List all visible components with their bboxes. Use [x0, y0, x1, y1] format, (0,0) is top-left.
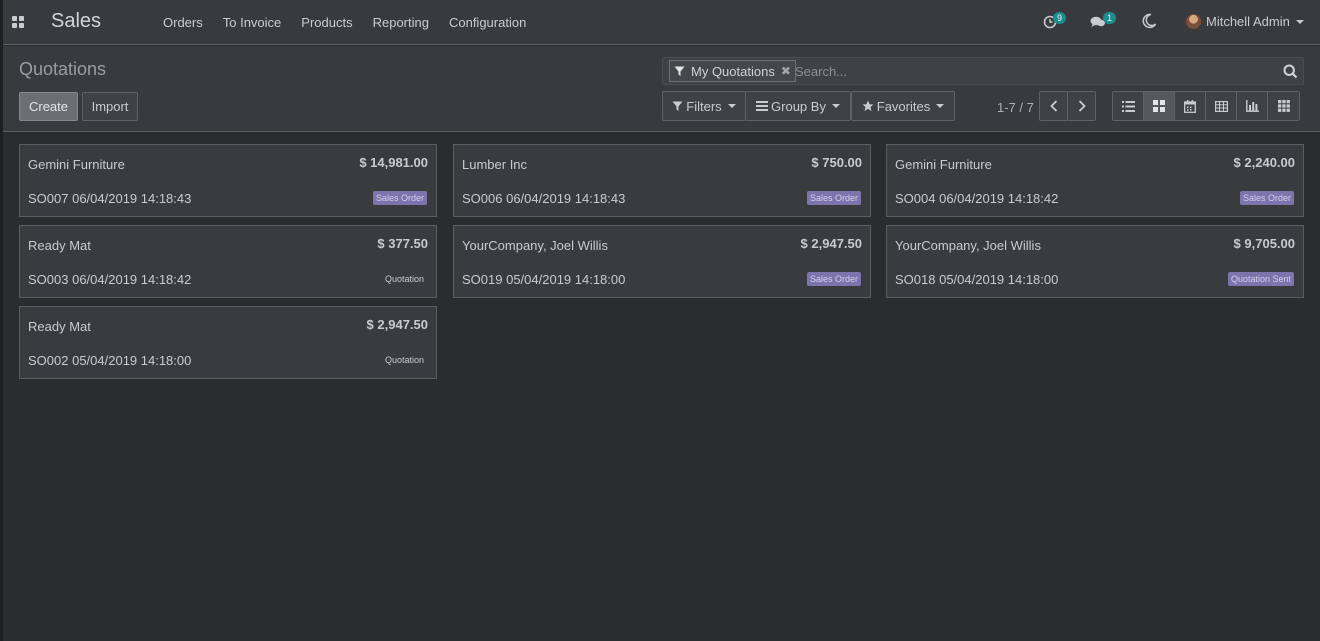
card-customer: Gemini Furniture: [28, 157, 125, 172]
table-icon: [1214, 100, 1228, 112]
kanban-card[interactable]: Ready Mat $ 377.50 SO003 06/04/2019 14:1…: [19, 225, 437, 298]
kanban-icon: [1153, 100, 1165, 112]
chevron-down-icon: [1295, 19, 1304, 24]
kanban-card[interactable]: Lumber Inc $ 750.00 SO006 06/04/2019 14:…: [453, 144, 871, 217]
card-amount: $ 750.00: [811, 155, 862, 170]
list-icon: [1121, 100, 1135, 112]
activity-view-button[interactable]: [1268, 92, 1299, 120]
card-amount: $ 14,981.00: [359, 155, 428, 170]
card-customer: YourCompany, Joel Willis: [462, 238, 608, 253]
card-reference: SO003 06/04/2019 14:18:42: [28, 272, 192, 287]
facet-label: My Quotations: [691, 63, 775, 79]
status-badge: Quotation Sent: [1227, 272, 1294, 286]
import-button[interactable]: Import: [82, 92, 138, 121]
create-button[interactable]: Create: [19, 92, 78, 121]
menu-item-orders[interactable]: Orders: [163, 15, 203, 30]
card-customer: Gemini Furniture: [895, 157, 992, 172]
favorites-dropdown[interactable]: Favorites: [851, 91, 955, 121]
star-icon: [862, 100, 874, 111]
pager-next-button[interactable]: [1067, 91, 1096, 121]
status-badge: Quotation: [384, 274, 424, 284]
user-avatar: [1186, 14, 1201, 29]
chevron-down-icon: [936, 104, 945, 108]
menu-item-products[interactable]: Products: [301, 15, 352, 30]
view-switcher: [1112, 91, 1300, 121]
card-amount: $ 377.50: [377, 236, 428, 251]
kanban-card[interactable]: YourCompany, Joel Willis $ 9,705.00 SO01…: [886, 225, 1304, 298]
list-view-button[interactable]: [1113, 92, 1144, 120]
filters-label: Filters: [686, 98, 722, 114]
search-facet: My Quotations ✖: [669, 60, 796, 82]
search-icon[interactable]: [1283, 64, 1298, 79]
status-badge: Sales Order: [1239, 191, 1294, 205]
kanban-view-button[interactable]: [1144, 92, 1175, 120]
status-badge: Quotation: [384, 355, 424, 365]
card-customer: Ready Mat: [28, 319, 91, 334]
apps-menu-icon[interactable]: [12, 16, 26, 30]
pager-value[interactable]: 1-7 / 7: [997, 100, 1034, 115]
card-amount: $ 9,705.00: [1233, 236, 1295, 251]
pager-previous-button[interactable]: [1039, 91, 1068, 121]
card-reference: SO006 06/04/2019 14:18:43: [462, 191, 626, 206]
page-title: Quotations: [19, 59, 107, 79]
calendar-view-button[interactable]: [1175, 92, 1206, 120]
card-reference: SO007 06/04/2019 14:18:43: [28, 191, 192, 206]
user-name: Mitchell Admin: [1206, 14, 1290, 29]
remove-facet-icon[interactable]: ✖: [781, 64, 791, 78]
app-brand[interactable]: Sales: [51, 10, 101, 33]
search-input[interactable]: Search...: [795, 64, 847, 79]
card-customer: Lumber Inc: [462, 157, 528, 172]
card-reference: SO018 05/04/2019 14:18:00: [895, 272, 1059, 287]
kanban-card[interactable]: YourCompany, Joel Willis $ 2,947.50 SO01…: [453, 225, 871, 298]
kanban-card[interactable]: Ready Mat $ 2,947.50 SO002 05/04/2019 14…: [19, 306, 437, 379]
filter-icon: [672, 101, 683, 111]
calendar-icon: [1184, 99, 1196, 113]
status-badge: Sales Order: [806, 191, 861, 205]
messages-count-badge: 1: [1103, 12, 1117, 24]
chevron-down-icon: [831, 104, 840, 108]
grid-icon: [1277, 100, 1290, 112]
status-badge: Sales Order: [806, 272, 861, 286]
card-customer: YourCompany, Joel Willis: [895, 238, 1041, 253]
card-customer: Ready Mat: [28, 238, 91, 253]
user-menu[interactable]: Mitchell Admin: [1186, 14, 1304, 29]
chevron-right-icon: [1078, 100, 1086, 112]
group-by-dropdown[interactable]: Group By: [745, 91, 851, 121]
card-amount: $ 2,947.50: [366, 317, 428, 332]
control-panel: Quotations Create Import My Quotations ✖…: [3, 46, 1320, 132]
card-amount: $ 2,240.00: [1233, 155, 1295, 170]
main-navbar: Sales Orders To Invoice Products Reporti…: [3, 0, 1320, 45]
search-bar: My Quotations ✖ Search...: [662, 57, 1304, 85]
menu-item-reporting[interactable]: Reporting: [373, 15, 429, 30]
bar-chart-icon: [1245, 100, 1259, 112]
menu-item-to-invoice[interactable]: To Invoice: [223, 15, 282, 30]
chevron-left-icon: [1049, 100, 1057, 112]
status-badge: Sales Order: [372, 191, 427, 205]
menu-item-configuration[interactable]: Configuration: [449, 15, 526, 30]
filter-icon: [674, 66, 685, 76]
kanban-card[interactable]: Gemini Furniture $ 14,981.00 SO007 06/04…: [19, 144, 437, 217]
filters-dropdown[interactable]: Filters: [662, 91, 746, 121]
chevron-down-icon: [727, 104, 736, 108]
graph-view-button[interactable]: [1237, 92, 1268, 120]
pivot-view-button[interactable]: [1206, 92, 1237, 120]
kanban-card[interactable]: Gemini Furniture $ 2,240.00 SO004 06/04/…: [886, 144, 1304, 217]
card-reference: SO019 05/04/2019 14:18:00: [462, 272, 626, 287]
activities-count-badge: 9: [1053, 12, 1067, 24]
card-amount: $ 2,947.50: [800, 236, 862, 251]
group-by-label: Group By: [771, 98, 826, 114]
card-reference: SO002 05/04/2019 14:18:00: [28, 353, 192, 368]
bars-icon: [756, 101, 769, 111]
moon-icon: [1142, 13, 1157, 29]
card-reference: SO004 06/04/2019 14:18:42: [895, 191, 1059, 206]
favorites-label: Favorites: [876, 98, 931, 114]
main-menu: Orders To Invoice Products Reporting Con…: [163, 15, 546, 30]
